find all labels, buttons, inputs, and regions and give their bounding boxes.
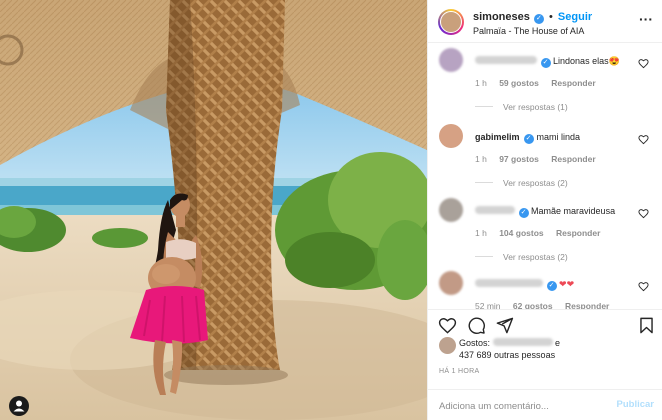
dot-separator: •	[549, 11, 553, 23]
tagged-users-button[interactable]	[9, 396, 29, 416]
comment-time[interactable]: 1 h	[475, 228, 487, 238]
likes-prefix: Gostos:	[459, 338, 491, 348]
comment-text: mami linda	[536, 132, 581, 142]
liker-avatar[interactable]	[439, 337, 456, 354]
comment-text: Lindonas elas😍	[553, 56, 620, 66]
more-options-icon[interactable]: ···	[639, 12, 653, 26]
post-photo[interactable]	[0, 0, 427, 420]
comment-meta: 1 h 97 gostos Responder	[475, 154, 606, 164]
post-action-bar	[428, 309, 662, 335]
post-header: simoneses ✓ • Seguir Palmaïa - The House…	[428, 0, 662, 43]
publish-button[interactable]: Publicar	[617, 399, 655, 410]
blurred-username[interactable]	[475, 279, 543, 287]
view-replies-label: Ver respostas (2)	[503, 178, 568, 188]
likes-line: Gostos: e	[459, 338, 560, 348]
reply-button[interactable]: Responder	[551, 154, 595, 164]
bookmark-save-icon[interactable]	[637, 316, 656, 335]
comment-likes[interactable]: 97 gostos	[499, 154, 539, 164]
comment-body: ✓ Mamãe maravideusa	[475, 206, 615, 218]
likes-conjunction: e	[555, 338, 561, 348]
view-replies-button[interactable]: Ver respostas (2)	[475, 178, 568, 188]
view-replies-label: Ver respostas (2)	[503, 252, 568, 262]
likes-others-link[interactable]: 437 689 outras pessoas	[459, 350, 555, 360]
comment-time[interactable]: 1 h	[475, 154, 487, 164]
view-replies-label: Ver respostas (1)	[503, 102, 568, 112]
view-replies-button[interactable]: Ver respostas (1)	[475, 102, 568, 112]
view-replies-button[interactable]: Ver respostas (2)	[475, 252, 568, 262]
comment-meta: 52 min 62 gostos Responder	[475, 301, 619, 309]
blurred-username[interactable]	[475, 206, 515, 214]
verified-badge-icon: ✓	[540, 58, 551, 68]
comment-likes[interactable]: 59 gostos	[499, 78, 539, 88]
verified-badge-icon: ✓	[533, 14, 544, 24]
add-comment-bar: Publicar	[428, 389, 662, 420]
verified-badge-icon: ✓	[518, 208, 529, 218]
reply-button[interactable]: Responder	[556, 228, 600, 238]
verified-badge-icon: ✓	[523, 134, 534, 144]
like-comment-heart-icon[interactable]	[638, 134, 649, 145]
comment-likes[interactable]: 62 gostos	[513, 301, 553, 309]
comment-bubble-icon[interactable]	[467, 316, 486, 335]
comment-body: ✓ Lindonas elas😍	[475, 56, 620, 68]
likes-summary: Gostos: e 437 689 outras pessoas	[439, 336, 659, 364]
comment-meta: 1 h 104 gostos Responder	[475, 228, 610, 238]
comment-input[interactable]	[439, 398, 589, 414]
user-icon	[13, 400, 25, 412]
comment-text: Mamãe maravideusa	[531, 206, 616, 216]
beach-photo-illustration	[0, 0, 427, 420]
story-ring[interactable]	[438, 9, 464, 35]
commenter-avatar[interactable]	[439, 124, 463, 148]
like-comment-heart-icon[interactable]	[638, 58, 649, 69]
replies-divider	[475, 106, 493, 107]
author-username[interactable]: simoneses	[473, 11, 530, 23]
replies-divider	[475, 182, 493, 183]
comment-meta: 1 h 59 gostos Responder	[475, 78, 606, 88]
like-comment-heart-icon[interactable]	[638, 208, 649, 219]
blurred-liker-username[interactable]	[492, 338, 553, 346]
post-location[interactable]: Palmaïa - The House of AIA	[473, 26, 584, 36]
reply-button[interactable]: Responder	[551, 78, 595, 88]
reply-button[interactable]: Responder	[565, 301, 609, 309]
verified-badge-icon: ✓	[546, 281, 557, 291]
comment-time[interactable]: 52 min	[475, 301, 501, 309]
author-avatar	[440, 11, 462, 33]
blurred-username[interactable]	[475, 56, 537, 64]
like-heart-icon[interactable]	[438, 316, 457, 335]
comments-list[interactable]: ✓ Lindonas elas😍 1 h 59 gostos Responder…	[428, 43, 662, 309]
commenter-avatar[interactable]	[439, 48, 463, 72]
follow-button[interactable]: Seguir	[558, 11, 592, 23]
like-comment-heart-icon[interactable]	[638, 281, 649, 292]
comment-username[interactable]: gabimelim	[475, 132, 520, 142]
post-timestamp[interactable]: HÁ 1 HORA	[439, 368, 479, 375]
comment-likes[interactable]: 104 gostos	[499, 228, 543, 238]
commenter-avatar[interactable]	[439, 271, 463, 295]
comment-text: ❤❤	[559, 279, 575, 289]
author-line: simoneses ✓ • Seguir	[473, 11, 592, 24]
replies-divider	[475, 256, 493, 257]
comment-body: ✓ ❤❤	[475, 279, 574, 291]
comment-time[interactable]: 1 h	[475, 78, 487, 88]
comment-body: gabimelim ✓ mami linda	[475, 132, 580, 144]
post-side-panel: simoneses ✓ • Seguir Palmaïa - The House…	[427, 0, 662, 420]
commenter-avatar[interactable]	[439, 198, 463, 222]
share-direct-icon[interactable]	[495, 316, 514, 335]
